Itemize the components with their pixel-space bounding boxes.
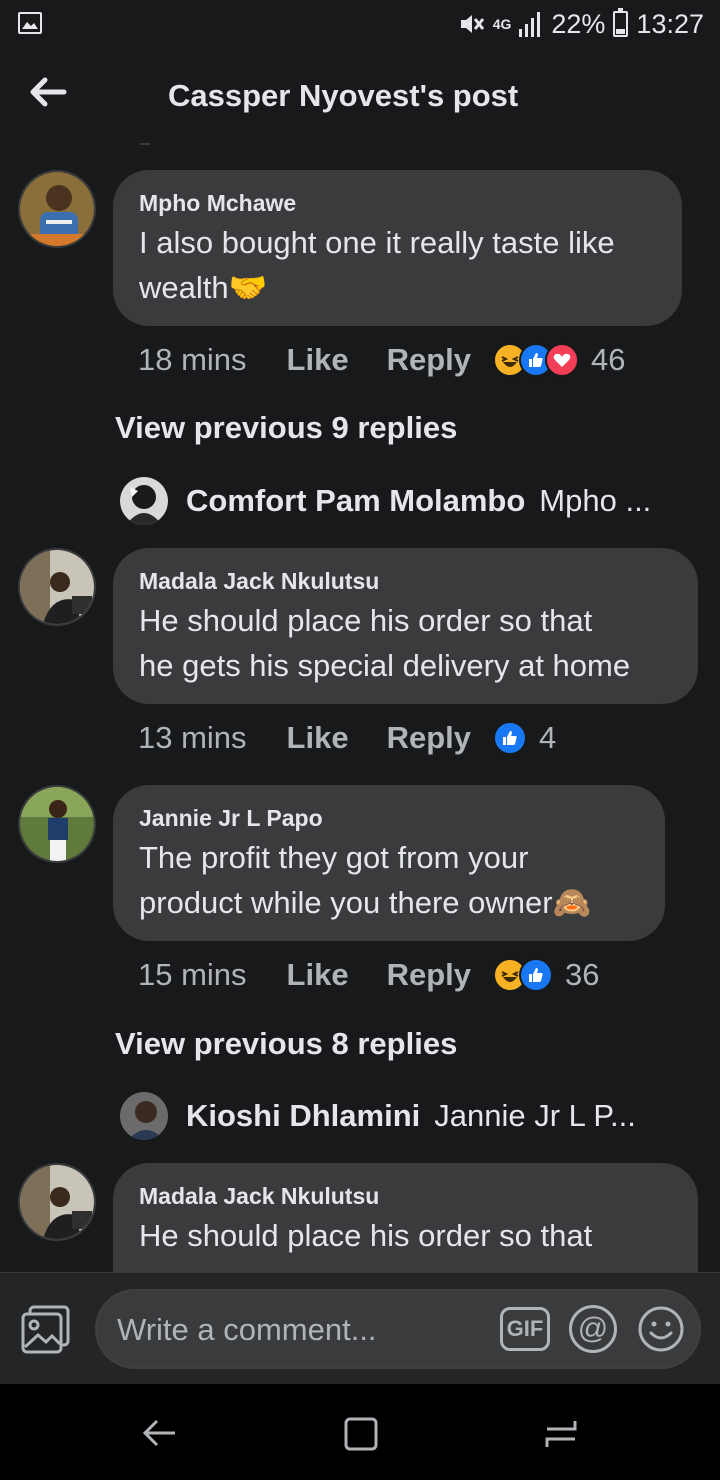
nav-home-button[interactable] [337, 1410, 383, 1456]
like-button[interactable]: Like [287, 342, 349, 378]
latest-reply-preview[interactable]: Kioshi Dhlamini Jannie Jr L P... [120, 1091, 636, 1141]
comment-time[interactable]: 18 mins [138, 342, 247, 378]
network-type-label: 4G [492, 16, 512, 32]
reply-preview-text: Jannie Jr L P... [434, 1098, 636, 1133]
view-previous-replies-link[interactable]: View previous 8 replies [115, 1026, 457, 1062]
comment-text-line: wealth🤝 [139, 270, 268, 305]
comment-author[interactable]: Madala Jack Nkulutsu [139, 1181, 672, 1211]
smiley-icon [638, 1306, 684, 1352]
reply-button[interactable]: Reply [387, 720, 471, 756]
reaction-count[interactable]: 46 [591, 342, 625, 378]
comment-text-line: I also bought one it really taste like [139, 225, 615, 260]
comment-text-line: product while you there owner🙈 [139, 885, 592, 920]
reactions-summary[interactable] [493, 958, 553, 992]
avatar[interactable] [18, 785, 96, 863]
status-bar: 4G 22% 13:27 [0, 0, 720, 50]
reply-author[interactable]: Kioshi Dhlamini [186, 1098, 420, 1134]
nav-recents-button[interactable] [538, 1410, 584, 1456]
comment-text-line: He should place his order so that [139, 1218, 593, 1253]
comment-text-line: he gets his special delivery at home [139, 648, 631, 683]
like-reaction-icon [519, 958, 553, 992]
reply-button[interactable]: Reply [387, 957, 471, 993]
gif-button[interactable]: GIF [500, 1307, 550, 1351]
comment-text: The profit they got from your product wh… [139, 835, 639, 925]
reactions-summary[interactable] [493, 721, 527, 755]
reaction-count[interactable]: 36 [565, 957, 599, 993]
comment-bubble[interactable]: Jannie Jr L Papo The profit they got fro… [113, 785, 665, 941]
comment-input[interactable] [117, 1305, 477, 1355]
system-navigation-bar [0, 1384, 720, 1480]
status-icons: 4G 22% 13:27 [457, 6, 704, 42]
back-arrow-icon [30, 77, 67, 107]
view-previous-replies-link[interactable]: View previous 9 replies [115, 410, 457, 446]
signal-icon [519, 11, 543, 37]
comment-time[interactable]: 13 mins [138, 720, 247, 756]
like-reaction-icon [493, 721, 527, 755]
comment-text-line: He should place his order so that [139, 603, 593, 638]
comment-input-box[interactable]: GIF @ [95, 1289, 701, 1369]
comment-text: He should place his order so that [139, 1213, 672, 1258]
comment-actions: 18 mins Like Reply 46 [138, 338, 625, 382]
mention-button[interactable]: @ [569, 1305, 617, 1353]
comment-composer: GIF @ [0, 1272, 720, 1384]
comment-text: I also bought one it really taste like w… [139, 220, 656, 310]
comment-text: He should place his order so that he get… [139, 598, 672, 688]
avatar[interactable] [120, 477, 168, 525]
avatar[interactable] [120, 1092, 168, 1140]
love-reaction-icon [545, 343, 579, 377]
back-icon [142, 1419, 175, 1447]
reactions-summary[interactable] [493, 343, 579, 377]
reply-preview-text: Mpho ... [539, 483, 652, 518]
comment-text-line: The profit they got from your [139, 840, 529, 875]
gallery-notification-icon [18, 12, 42, 34]
battery-icon [613, 8, 629, 37]
divider [140, 143, 150, 145]
comment-time[interactable]: 15 mins [138, 957, 247, 993]
comment-actions: 13 mins Like Reply 4 [138, 716, 556, 760]
avatar[interactable] [18, 170, 96, 248]
add-photo-button[interactable] [20, 1303, 72, 1355]
post-header: Cassper Nyovest's post [0, 50, 720, 140]
home-icon [344, 1417, 378, 1451]
reaction-count[interactable]: 4 [539, 720, 556, 756]
comment-actions: 15 mins Like Reply 36 [138, 953, 599, 997]
avatar[interactable] [18, 1163, 96, 1241]
back-button[interactable] [24, 72, 72, 112]
battery-percent: 22% [551, 8, 606, 39]
mute-vibrate-icon [457, 10, 485, 38]
clock: 13:27 [636, 8, 704, 39]
like-button[interactable]: Like [287, 720, 349, 756]
comment-author[interactable]: Mpho Mchawe [139, 188, 656, 218]
comment-bubble[interactable]: Madala Jack Nkulutsu He should place his… [113, 548, 698, 704]
comment-author[interactable]: Madala Jack Nkulutsu [139, 566, 672, 596]
reply-button[interactable]: Reply [387, 342, 471, 378]
nav-back-button[interactable] [136, 1410, 182, 1456]
comment-author[interactable]: Jannie Jr L Papo [139, 803, 639, 833]
latest-reply-preview[interactable]: Comfort Pam Molambo Mpho ... [120, 476, 651, 526]
reply-author[interactable]: Comfort Pam Molambo [186, 483, 525, 519]
avatar[interactable] [18, 548, 96, 626]
comment-bubble[interactable]: Mpho Mchawe I also bought one it really … [113, 170, 682, 326]
like-button[interactable]: Like [287, 957, 349, 993]
emoji-button[interactable] [637, 1305, 685, 1353]
page-title: Cassper Nyovest's post [168, 78, 519, 113]
recents-icon [545, 1421, 577, 1447]
photo-icon [21, 1305, 70, 1354]
